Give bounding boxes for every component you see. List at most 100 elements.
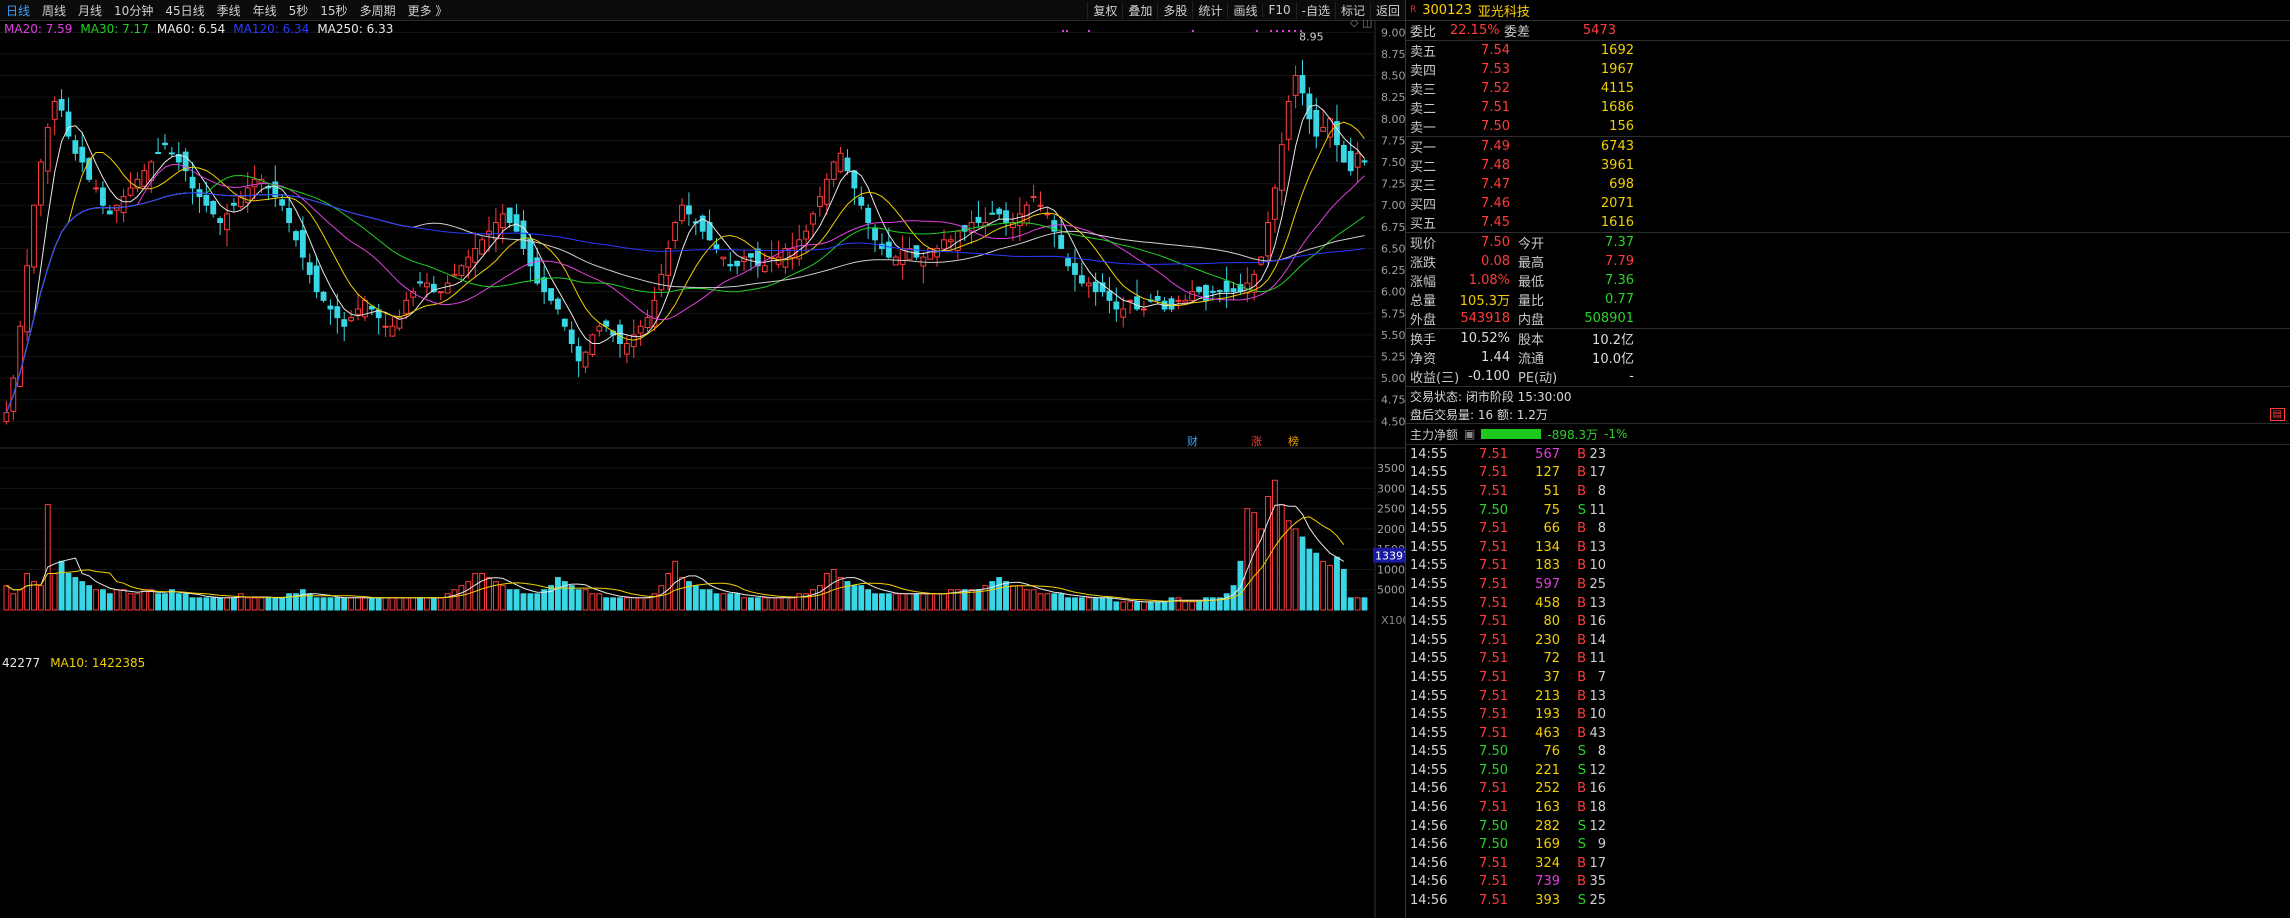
tab-1[interactable]: 周线 [36, 2, 72, 19]
ask-row[interactable]: 卖五 7.54 1692 [1406, 41, 2290, 60]
tool-3[interactable]: 统计 [1192, 1, 1227, 19]
volume-bar [410, 597, 417, 611]
tab-2[interactable]: 月线 [72, 2, 108, 19]
window-icon[interactable]: ◫ [1362, 20, 1372, 29]
candle-body [1085, 282, 1092, 287]
volume-bar [1320, 560, 1327, 611]
volume-bar [251, 597, 258, 611]
flow-bar [1481, 429, 1542, 439]
volume-bar [865, 589, 872, 611]
trade-price: 7.51 [1479, 651, 1508, 667]
bid-row[interactable]: 买二 7.48 3961 [1406, 156, 2290, 175]
quote-row: 外盘 543918 内盘 508901 [1406, 309, 2290, 328]
tab-3[interactable]: 10分钟 [108, 2, 159, 19]
candle-body [906, 247, 913, 260]
volume-tick: 35000 [1377, 462, 1405, 475]
candle-body [1154, 295, 1161, 301]
volume-bar [79, 581, 86, 611]
ma-legend-item: MA250: 6.33 [317, 22, 394, 36]
trade-time: 14:55 [1410, 744, 1448, 760]
ask-label: 卖四 [1410, 64, 1437, 79]
candle-body [637, 325, 644, 334]
volume-bar [141, 589, 148, 611]
price-tick: 8.75 [1381, 48, 1405, 61]
tick-trades[interactable]: 14:55 7.51 567 B 23 14:55 7.51 127 B 17 14:55 7.51 5… [1406, 445, 2290, 910]
diamond-icon[interactable]: ◇ [1350, 20, 1359, 29]
tab-7[interactable]: 5秒 [283, 2, 315, 19]
tool-1[interactable]: 叠加 [1122, 1, 1157, 19]
volume-bar [713, 593, 720, 611]
bid-row[interactable]: 买四 7.46 2071 [1406, 194, 2290, 213]
ask-row[interactable]: 卖四 7.53 1967 [1406, 60, 2290, 79]
volume-bar [720, 593, 727, 611]
signal-dot [1288, 30, 1290, 32]
trade-price: 7.51 [1479, 558, 1508, 574]
bid-row[interactable]: 买一 7.49 6743 [1406, 137, 2290, 156]
tool-0[interactable]: 复权 [1087, 1, 1122, 19]
trade-direction: B [1577, 800, 1586, 816]
bid-volume: 698 [1609, 177, 1634, 192]
trade-direction: B [1577, 465, 1586, 481]
trade-row: 14:55 7.51 567 B 23 [1406, 445, 2290, 464]
candle-body [1120, 308, 1127, 318]
event-marker[interactable]: 涨 [1251, 435, 1262, 448]
tab-10[interactable]: 更多 》 [402, 2, 454, 19]
trade-price: 7.51 [1479, 855, 1508, 871]
ask-label: 卖三 [1410, 83, 1437, 98]
calendar-icon[interactable]: ▤ [2269, 407, 2285, 421]
tool-7[interactable]: 标记 [1334, 1, 1370, 19]
trade-volume: 213 [1535, 688, 1560, 704]
quote-value: 7.50 [1481, 235, 1510, 250]
trade-count: 23 [1589, 446, 1606, 462]
quote-label: 股本 [1518, 333, 1545, 348]
tab-5[interactable]: 季线 [211, 2, 247, 19]
candle-body [31, 204, 37, 268]
tool-6[interactable]: -自选 [1295, 1, 1335, 19]
tab-8[interactable]: 15秒 [314, 2, 353, 19]
trade-volume: 193 [1535, 707, 1560, 723]
candle-body [1168, 298, 1175, 310]
candle-body [513, 214, 520, 232]
bid-row[interactable]: 买三 7.47 698 [1406, 175, 2290, 194]
stock-name[interactable]: 亚光科技 [1478, 1, 1530, 20]
candle-body [472, 247, 479, 263]
candle-body [279, 199, 286, 206]
event-marker[interactable]: 榜 [1288, 434, 1299, 448]
tab-6[interactable]: 年线 [247, 2, 283, 19]
tool-2[interactable]: 多股 [1157, 1, 1192, 19]
tool-8[interactable]: 返回 [1369, 1, 1405, 19]
trade-row: 14:55 7.51 230 B 14 [1406, 631, 2290, 650]
volume-bar [1106, 597, 1113, 611]
volume-bar [851, 585, 858, 611]
tool-5[interactable]: F10 [1262, 3, 1295, 17]
candle-body [837, 152, 844, 173]
tab-0[interactable]: 日线 [0, 2, 36, 19]
quote-value: -0.100 [1468, 369, 1510, 384]
quote-label: 总量 [1410, 294, 1437, 309]
trade-count: 17 [1589, 855, 1606, 871]
volume-bar [1051, 593, 1058, 611]
ask-row[interactable]: 卖三 7.52 4115 [1406, 79, 2290, 98]
flow-info-icon[interactable]: ▣ [1464, 427, 1475, 441]
volume-bar [375, 597, 382, 611]
ask-row[interactable]: 卖二 7.51 1686 [1406, 98, 2290, 117]
event-marker[interactable]: 财 [1187, 434, 1198, 448]
price-tick: 5.50 [1381, 329, 1405, 342]
trade-volume: 597 [1535, 576, 1560, 592]
stock-code[interactable]: 300123 [1422, 3, 1472, 18]
trade-count: 16 [1589, 781, 1606, 797]
kline-chart[interactable]: 9.00 8.75 8.50 8.25 8.00 7.75 7.50 7.25 7.00 6.75… [0, 20, 1405, 918]
tool-4[interactable]: 画线 [1227, 1, 1262, 19]
tab-9[interactable]: 多周期 [354, 2, 402, 19]
weicha-value: 5473 [1582, 23, 1616, 38]
volume-bar [217, 597, 224, 611]
tab-4[interactable]: 45日线 [159, 2, 210, 19]
volume-bar [782, 597, 789, 611]
bid-row[interactable]: 买五 7.45 1616 [1406, 213, 2290, 232]
quote-row: 涨跌 0.08 最高 7.79 [1406, 252, 2290, 271]
trade-price: 7.51 [1479, 521, 1508, 537]
ask-row[interactable]: 卖一 7.50 156 [1406, 117, 2290, 136]
trade-price: 7.50 [1479, 762, 1508, 778]
candle-body [444, 282, 451, 294]
volume-tick: 10000 [1377, 563, 1405, 576]
